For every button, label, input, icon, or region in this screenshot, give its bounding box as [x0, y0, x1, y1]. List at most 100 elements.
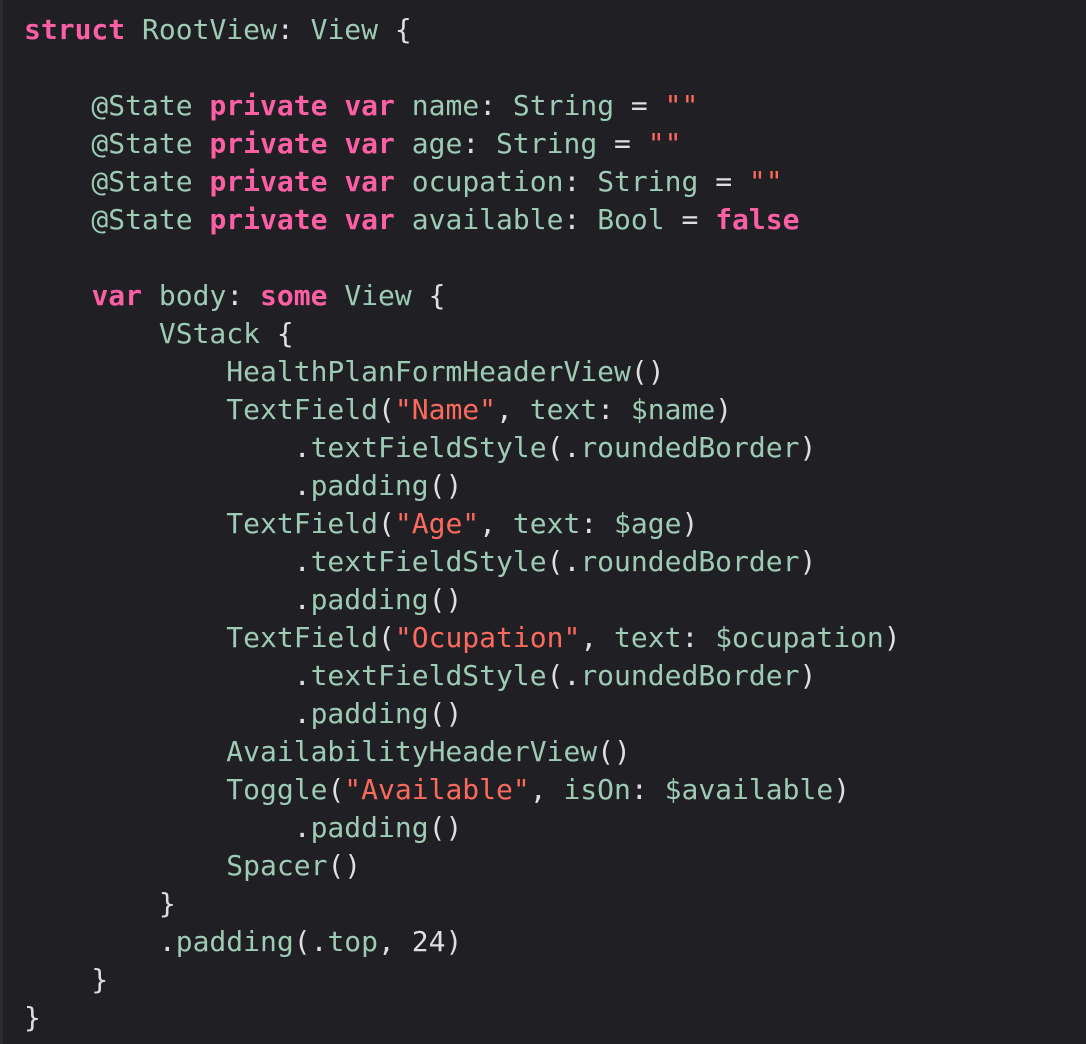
code-token: () [630, 355, 665, 388]
code-line[interactable]: TextField("Name", text: $name) [24, 391, 901, 429]
code-token: () [428, 811, 463, 844]
code-token: () [428, 697, 463, 730]
code-token: available [394, 203, 564, 236]
code-line[interactable]: TextField("Age", text: $age) [24, 505, 901, 543]
code-line[interactable]: } [24, 885, 901, 923]
code-token: "" [664, 89, 699, 122]
code-token: () [327, 849, 362, 882]
code-token: ( [378, 393, 395, 426]
code-line[interactable]: } [24, 999, 901, 1037]
code-line[interactable]: Spacer() [24, 847, 901, 885]
code-token: : [630, 773, 665, 806]
code-token: false [715, 203, 800, 236]
code-line[interactable]: @State private var age: String = "" [24, 125, 901, 163]
code-token: private [209, 165, 328, 198]
code-token: . [24, 583, 311, 616]
code-line[interactable]: .textFieldStyle(.roundedBorder) [24, 657, 901, 695]
code-token: ) [445, 925, 463, 958]
code-token: padding [310, 811, 429, 844]
code-token: View [310, 13, 379, 46]
code-token: , [529, 773, 564, 806]
code-token: private [209, 127, 328, 160]
code-token: textFieldStyle [310, 431, 547, 464]
code-token: roundedBorder [580, 431, 800, 464]
code-line[interactable]: .padding() [24, 467, 901, 505]
code-token: @State [24, 165, 193, 198]
code-token: ) [799, 659, 817, 692]
code-token: "" [748, 165, 783, 198]
code-token: Bool [597, 203, 665, 236]
code-token: padding [175, 925, 294, 958]
code-line[interactable]: struct RootView: View { [24, 11, 901, 49]
code-token: { [411, 279, 446, 312]
code-token: $age [614, 507, 682, 540]
code-token: roundedBorder [580, 545, 800, 578]
code-token: } [24, 963, 109, 996]
code-line[interactable]: .padding() [24, 809, 901, 847]
code-token: "Available" [344, 773, 530, 806]
source-code[interactable]: struct RootView: View { @State private v… [24, 11, 901, 1037]
code-token: . [24, 469, 311, 502]
code-line[interactable]: TextField("Ocupation", text: $ocupation) [24, 619, 900, 657]
code-token: : [276, 13, 311, 46]
code-token: = [698, 165, 749, 198]
code-line[interactable]: HealthPlanFormHeaderView() [24, 353, 901, 391]
code-token: var [344, 89, 395, 122]
code-line[interactable]: .textFieldStyle(.roundedBorder) [24, 429, 901, 467]
code-line[interactable]: VStack { [24, 315, 901, 353]
code-token: $available [664, 773, 834, 806]
code-token: : [580, 507, 615, 540]
code-line[interactable]: .padding(.top, 24) [24, 923, 901, 961]
code-line[interactable]: @State private var ocupation: String = "… [24, 163, 901, 201]
code-token: padding [310, 583, 429, 616]
code-token: : [462, 127, 497, 160]
code-line[interactable]: Toggle("Available", isOn: $available) [24, 771, 901, 809]
code-token: @State [24, 89, 193, 122]
code-token: . [24, 545, 311, 578]
code-token: "Name" [394, 393, 497, 426]
code-line[interactable] [24, 239, 901, 277]
code-token: : [563, 203, 598, 236]
code-line[interactable]: .textFieldStyle(.roundedBorder) [24, 543, 901, 581]
code-token: String [597, 165, 699, 198]
code-token: AvailabilityHeaderView [24, 735, 598, 768]
code-token: "" [647, 127, 682, 160]
code-token: var [344, 127, 395, 160]
code-token: 24 [411, 925, 446, 958]
code-token: Spacer [24, 849, 328, 882]
code-line[interactable]: @State private var name: String = "" [24, 87, 901, 125]
code-token: TextField [24, 393, 379, 426]
code-token: : [479, 89, 513, 122]
code-token: : [597, 393, 631, 426]
code-token: String [496, 127, 598, 160]
code-line[interactable]: .padding() [24, 581, 901, 619]
code-line[interactable]: @State private var available: Bool = fal… [24, 201, 901, 239]
code-token: () [597, 735, 631, 768]
code-token: ) [715, 393, 733, 426]
code-token: padding [310, 697, 429, 730]
code-token: String [512, 89, 615, 122]
code-token: var [344, 165, 395, 198]
code-line[interactable]: AvailabilityHeaderView() [24, 733, 901, 771]
code-token: { [378, 13, 412, 46]
code-line[interactable] [24, 49, 901, 87]
code-token: TextField [24, 621, 379, 654]
code-line[interactable]: var body: some View { [24, 277, 901, 315]
code-line[interactable]: } [24, 961, 901, 999]
code-editor[interactable]: struct RootView: View { @State private v… [0, 0, 1086, 1044]
code-token: var [344, 203, 395, 236]
code-token: struct [24, 13, 126, 46]
code-line[interactable]: .padding() [24, 695, 901, 733]
code-token: : [563, 165, 598, 198]
code-token: () [428, 583, 463, 616]
code-token: ( [378, 621, 395, 654]
code-token: = [614, 89, 665, 122]
gutter-divider [0, 0, 3, 1044]
code-token: , [580, 621, 615, 654]
